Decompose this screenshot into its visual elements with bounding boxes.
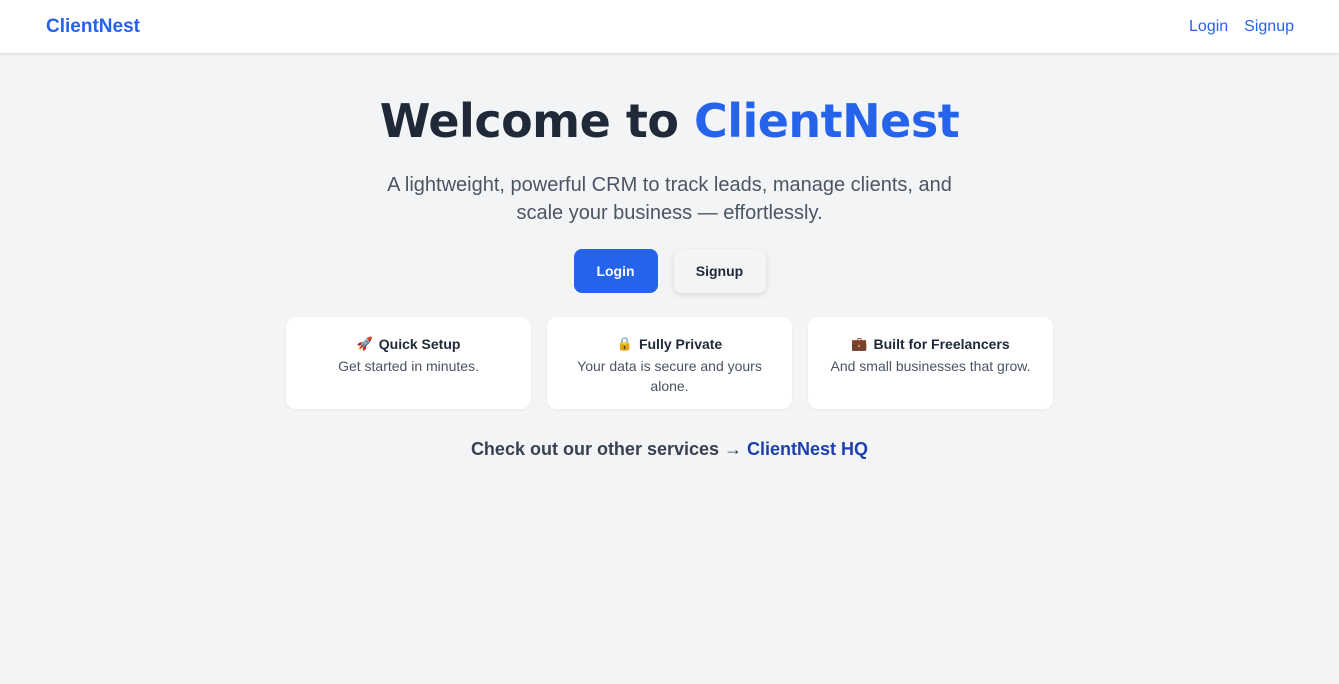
hero-actions: Login Signup [573, 249, 766, 293]
page-title: Welcome to ClientNest [379, 91, 960, 151]
rocket-icon: 🚀 [356, 336, 373, 351]
feature-title: 🔒 Fully Private [617, 335, 722, 353]
services-prefix: Check out our other services → [470, 439, 748, 459]
feature-card-built-for-freelancers: 💼 Built for Freelancers And small busine… [808, 317, 1053, 409]
nav-login-link[interactable]: Login [1189, 18, 1228, 36]
feature-cards: 🚀 Quick Setup Get started in minutes. 🔒 … [286, 317, 1053, 409]
feature-card-fully-private: 🔒 Fully Private Your data is secure and … [547, 317, 792, 409]
signup-button[interactable]: Signup [673, 249, 766, 293]
feature-description: Get started in minutes. [338, 358, 479, 374]
feature-title: 🚀 Quick Setup [357, 335, 461, 353]
lock-icon: 🔒 [616, 336, 633, 351]
clientnest-hq-link[interactable]: ClientNest HQ [747, 439, 868, 459]
nav-links: Login Signup [1189, 18, 1294, 36]
other-services: Check out our other services → ClientNes… [471, 439, 868, 460]
feature-description: Your data is secure and yours alone. [577, 358, 762, 394]
headline-prefix: Welcome to [379, 94, 694, 148]
brand-logo[interactable]: ClientNest [46, 16, 140, 38]
feature-title: 💼 Built for Freelancers [851, 335, 1009, 353]
login-button[interactable]: Login [573, 249, 658, 293]
briefcase-icon: 💼 [851, 336, 868, 351]
feature-title-text: Built for Freelancers [873, 336, 1010, 352]
hero-section: Welcome to ClientNest A lightweight, pow… [0, 53, 1339, 460]
tagline: A lightweight, powerful CRM to track lea… [387, 174, 952, 224]
nav-signup-link[interactable]: Signup [1244, 18, 1294, 36]
top-navbar: ClientNest Login Signup [0, 0, 1339, 53]
headline-accent: ClientNest [693, 94, 960, 148]
feature-card-quick-setup: 🚀 Quick Setup Get started in minutes. [286, 317, 531, 409]
feature-description: And small businesses that grow. [830, 358, 1031, 374]
feature-title-text: Fully Private [638, 336, 723, 352]
feature-title-text: Quick Setup [378, 336, 461, 352]
